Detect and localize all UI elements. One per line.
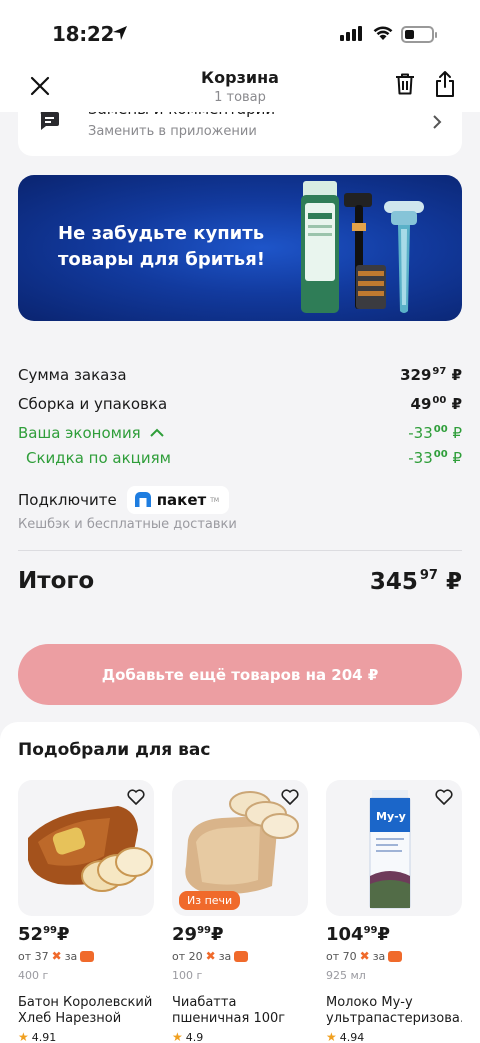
order-sum-label: Сумма заказа: [18, 366, 127, 384]
product-image: Му-у: [326, 780, 462, 916]
product-name: Чиабатта пшеничная 100г: [172, 995, 286, 1026]
paket-name: пакет: [156, 491, 207, 509]
status-time: 18:22: [52, 22, 115, 46]
product-price: 29 99 ₽: [172, 924, 224, 945]
divider: [18, 550, 462, 551]
promo-price: от 20 ✖ за: [172, 949, 308, 963]
promo-price: от 37 ✖ за: [18, 949, 154, 963]
bonus-coin-icon: [234, 950, 249, 962]
order-sum-value: 32997 ₽: [400, 366, 462, 384]
product-tag: Из печи: [179, 891, 241, 910]
product-card[interactable]: Му-у 104 99 ₽ от 70 ✖ за 925 мл Молоко Му-у …: [326, 780, 462, 1043]
product-rating: ★ 4.91: [18, 1030, 57, 1043]
product-rating: ★ 4.94: [326, 1030, 365, 1043]
product-image: Из печи: [172, 780, 308, 916]
product-card[interactable]: 52 99 ₽ от 37 ✖ за 400 г Батон Королевский Х…: [18, 780, 154, 1043]
product-name: Молоко Му-у ультрапастеризова…: [326, 995, 462, 1026]
product-name: Батон Королевский Хлеб Нарезной 400г: [18, 995, 153, 1026]
share-icon[interactable]: [434, 70, 456, 98]
paket-badge[interactable]: пакет TM: [126, 486, 230, 514]
product-card[interactable]: Из печи 29 99 ₽ от 20 ✖ за 100 г Чиабатта пш…: [172, 780, 308, 1043]
order-sum-row: Сумма заказа 32997 ₽: [18, 366, 462, 384]
location-arrow-icon: [113, 26, 127, 40]
wifi-icon: [373, 26, 393, 40]
venus-razor-image: [384, 201, 424, 313]
star-icon: ★: [326, 1030, 337, 1043]
promo-banner[interactable]: Не забудьте купить товары для бритья!: [18, 175, 462, 321]
bonus-coin-icon: [80, 950, 95, 962]
assembly-row: Сборка и упаковка 4900 ₽: [18, 395, 462, 413]
chat-icon: [40, 112, 59, 130]
status-bar: 18:22: [0, 0, 480, 62]
assembly-label: Сборка и упаковка: [18, 395, 168, 413]
cashback-text: Кешбэк и бесплатные доставки: [18, 517, 237, 532]
heart-icon[interactable]: [281, 789, 299, 805]
chevron-up-icon[interactable]: [149, 428, 165, 438]
total-row: Итого 345 97 ₽: [18, 568, 462, 595]
battery-icon: [401, 26, 437, 43]
product-image: [18, 780, 154, 916]
shaving-foam-image: [301, 181, 339, 313]
star-icon: ★: [18, 1030, 29, 1043]
cellular-signal-icon: [340, 26, 362, 41]
recommendations-section: Подобрали для вас 52 99 ₽ от 37 ✖ за 400 г Б…: [0, 722, 480, 1043]
assembly-value: 4900 ₽: [410, 395, 462, 413]
heart-icon[interactable]: [127, 789, 145, 805]
paket-logo-icon: [134, 492, 151, 507]
discount-value: -3300 ₽: [408, 449, 462, 467]
connect-label: Подключите: [18, 491, 117, 509]
top-header: Корзина 1 товар: [0, 62, 480, 112]
savings-row[interactable]: Ваша экономия -3300 ₽: [18, 424, 462, 442]
heart-icon[interactable]: [435, 789, 453, 805]
discount-row: Скидка по акциям -3300 ₽: [26, 449, 462, 467]
paket-promo[interactable]: Подключите пакет TM: [18, 486, 230, 514]
star-icon: ★: [172, 1030, 183, 1043]
savings-label: Ваша экономия: [18, 424, 141, 442]
savings-value: -3300 ₽: [408, 424, 462, 442]
chevron-right-icon: [433, 115, 442, 129]
total-value: 345 97 ₽: [369, 568, 462, 595]
promo-price: от 70 ✖ за: [326, 949, 462, 963]
recommendations-heading: Подобрали для вас: [18, 740, 211, 760]
discount-label: Скидка по акциям: [26, 449, 171, 467]
add-more-button[interactable]: Добавьте ещё товаров на 204 ₽: [18, 644, 462, 705]
svg-text:Му-у: Му-у: [376, 810, 406, 823]
product-price: 104 99 ₽: [326, 924, 391, 945]
product-weight: 925 мл: [326, 969, 366, 982]
banner-text: Не забудьте купить товары для бритья!: [58, 223, 265, 270]
product-weight: 100 г: [172, 969, 203, 982]
product-price: 52 99 ₽: [18, 924, 70, 945]
cross-icon: ✖: [205, 949, 216, 963]
product-weight: 400 г: [18, 969, 49, 982]
total-label: Итого: [18, 568, 95, 594]
trash-icon[interactable]: [394, 72, 416, 96]
cross-icon: ✖: [51, 949, 62, 963]
paket-trademark: TM: [210, 496, 220, 504]
cross-icon: ✖: [359, 949, 370, 963]
replacement-subtitle: Заменить в приложении: [88, 124, 257, 139]
bonus-coin-icon: [388, 950, 403, 962]
product-rating: ★ 4.9: [172, 1030, 204, 1043]
